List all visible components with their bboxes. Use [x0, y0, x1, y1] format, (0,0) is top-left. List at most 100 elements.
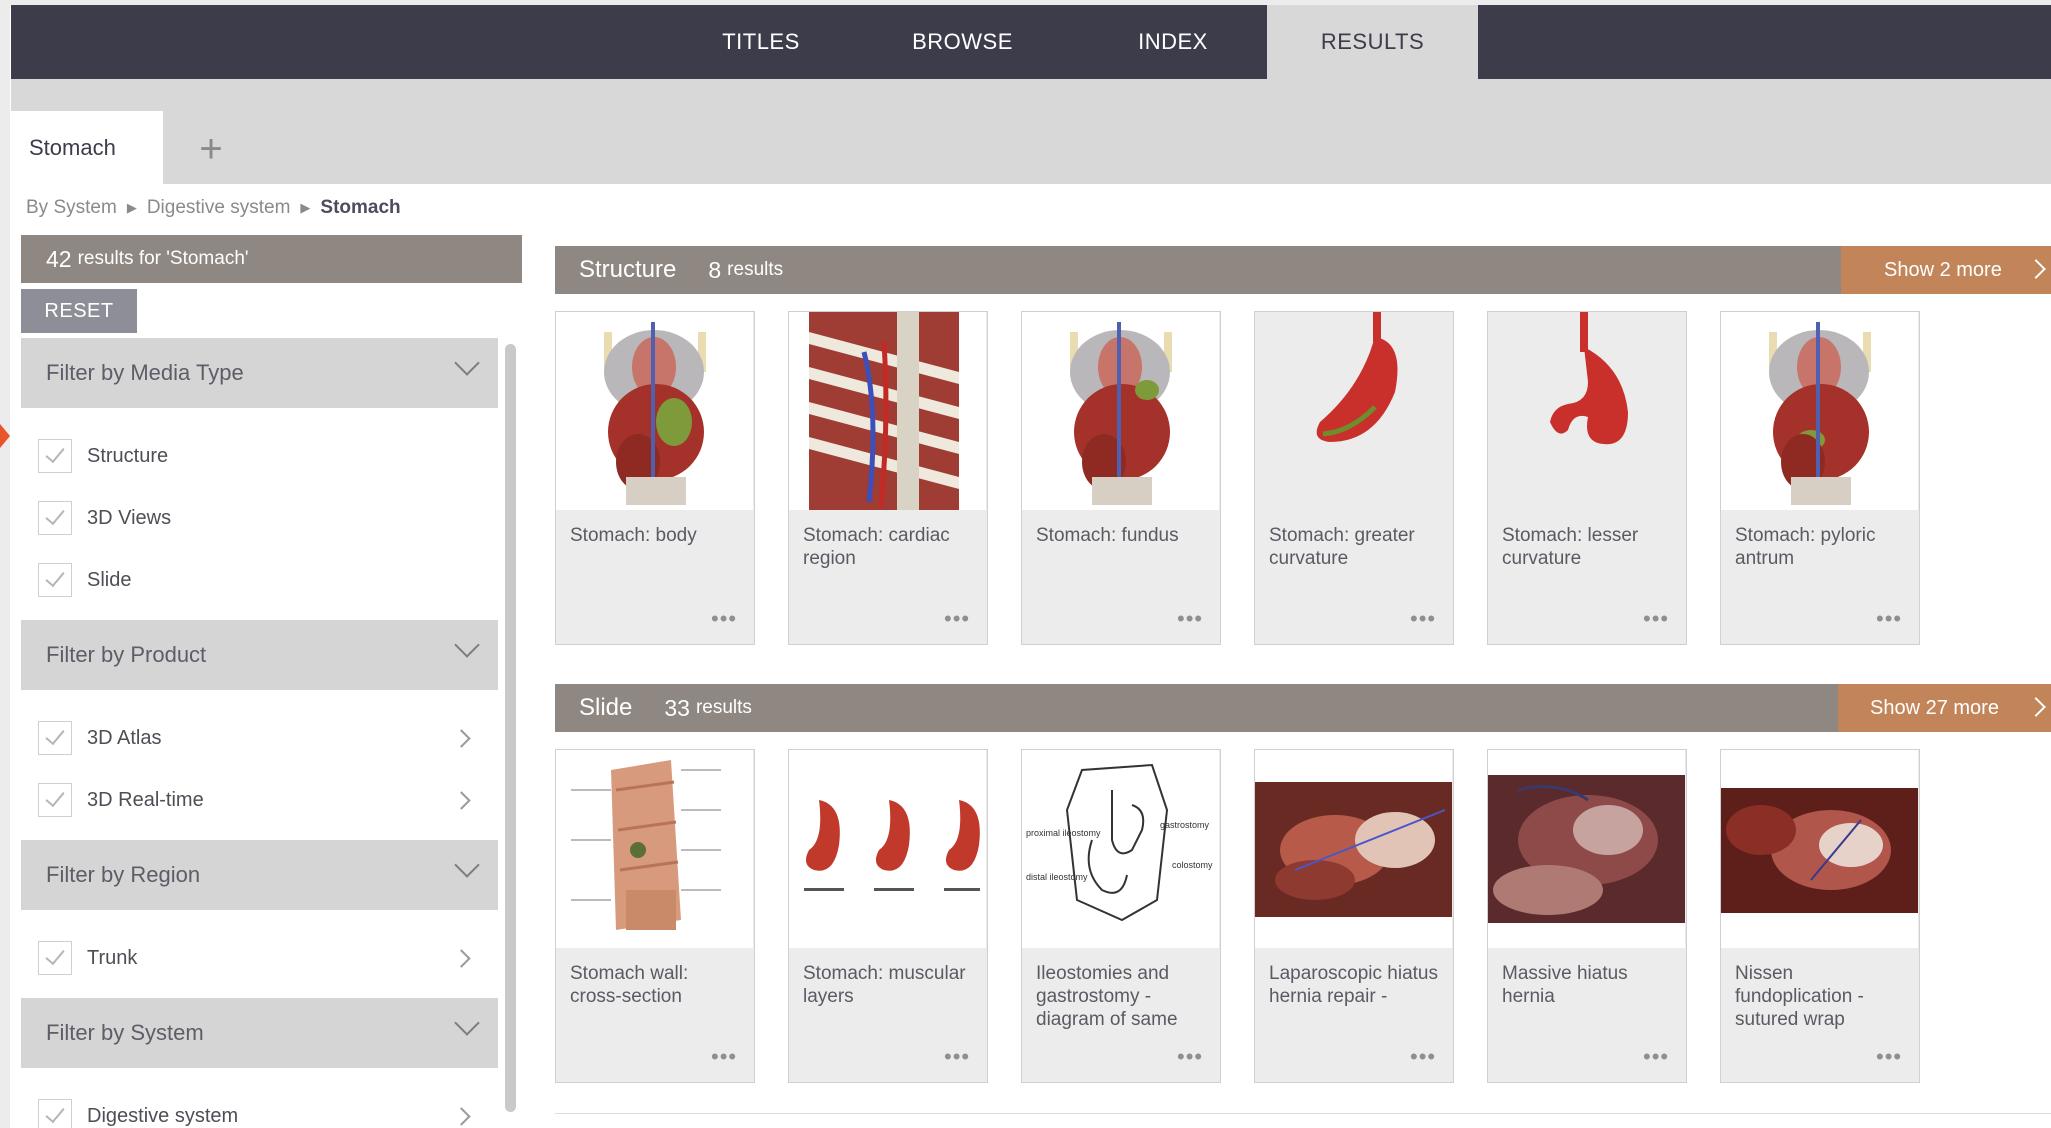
card-caption: Ileostomies and gastrostomy - diagram of…	[1036, 963, 1178, 1030]
filter-panel-scrollbar[interactable]	[503, 340, 519, 1128]
chevron-down-icon	[454, 632, 480, 658]
more-options-icon[interactable]: •••	[1177, 606, 1203, 632]
card-caption: Stomach: greater curvature	[1269, 525, 1415, 569]
breadcrumb-item-by-system[interactable]: By System	[26, 197, 117, 219]
torso-anatomy-thumbnail	[556, 312, 753, 510]
ribcage-anatomy-thumbnail	[789, 312, 986, 510]
card-caption: Stomach: pyloric antrum	[1735, 525, 1876, 569]
panel-marker-icon	[0, 424, 10, 448]
more-options-icon[interactable]: •••	[1643, 606, 1669, 632]
filter-header-label: Filter by System	[46, 1020, 204, 1045]
tab-titles[interactable]: TITLES	[672, 5, 850, 79]
stomach-wall-diagram-thumbnail	[556, 750, 753, 948]
more-options-icon[interactable]: •••	[711, 1044, 737, 1070]
scrollbar-thumb[interactable]	[505, 344, 516, 1112]
plus-icon: +	[199, 126, 223, 171]
filter-header-media-type[interactable]: Filter by Media Type	[21, 338, 498, 408]
checkbox-checked[interactable]	[38, 721, 72, 755]
result-card[interactable]: Stomach wall: cross-section •••	[555, 749, 755, 1083]
diagram-label-gastrostomy: gastrostomy	[1160, 820, 1210, 830]
more-options-icon[interactable]: •••	[711, 606, 737, 632]
result-card[interactable]: Stomach: body •••	[555, 311, 755, 645]
filter-option-trunk[interactable]: Trunk	[21, 927, 498, 989]
filter-header-product[interactable]: Filter by Product	[21, 620, 498, 690]
breadcrumb-item-current: Stomach	[320, 197, 401, 218]
show-more-label: Show 27 more	[1870, 696, 1999, 719]
filter-option-3d-atlas[interactable]: 3D Atlas	[21, 707, 498, 769]
filter-option-slide[interactable]: Slide	[21, 549, 498, 611]
filter-option-label: 3D Views	[87, 506, 172, 529]
section-title: Structure	[579, 256, 677, 283]
more-options-icon[interactable]: •••	[1876, 1044, 1902, 1070]
result-card[interactable]: Stomach: muscular layers •••	[788, 749, 988, 1083]
show-more-label: Show 2 more	[1884, 258, 2002, 281]
chevron-right-icon	[2026, 697, 2046, 717]
torso-anatomy-thumbnail	[1721, 312, 1918, 510]
chevron-down-icon	[454, 1010, 480, 1036]
filter-header-region[interactable]: Filter by Region	[21, 840, 498, 910]
filter-option-3d-real-time[interactable]: 3D Real-time	[21, 769, 498, 831]
section-title: Slide	[579, 694, 633, 721]
result-card[interactable]: Stomach: fundus •••	[1021, 311, 1221, 645]
chevron-right-icon[interactable]	[452, 1106, 471, 1126]
stomach-thumbnail	[1255, 312, 1452, 510]
show-more-button[interactable]: Show 27 more	[1838, 684, 2051, 732]
tab-browse[interactable]: BROWSE	[862, 5, 1063, 79]
breadcrumb-separator-icon: ▶	[126, 200, 137, 215]
chevron-right-icon[interactable]	[452, 948, 471, 968]
card-caption: Stomach: lesser curvature	[1502, 525, 1639, 569]
result-card[interactable]: Laparoscopic hiatus hernia repair - •••	[1254, 749, 1454, 1083]
more-options-icon[interactable]: •••	[944, 1044, 970, 1070]
result-card[interactable]: Stomach: lesser curvature •••	[1487, 311, 1687, 645]
torso-anatomy-thumbnail	[1022, 312, 1219, 510]
top-navigation: TITLES BROWSE INDEX RESULTS	[11, 5, 2051, 79]
section-header-structure: Structure 8 results Show 2 more	[555, 246, 2051, 294]
more-options-icon[interactable]: •••	[1410, 1044, 1436, 1070]
add-tab-button[interactable]: +	[181, 119, 241, 179]
checkbox-checked[interactable]	[38, 501, 72, 535]
card-caption: Nissen fundoplication - sutured wrap	[1735, 963, 1864, 1030]
section-header-slide: Slide 33 results Show 27 more	[555, 684, 2051, 732]
checkbox-checked[interactable]	[38, 783, 72, 817]
chevron-right-icon[interactable]	[452, 728, 471, 748]
card-caption: Massive hiatus hernia	[1502, 963, 1628, 1007]
results-summary-bar: 42 results for 'Stomach'	[21, 235, 522, 283]
more-options-icon[interactable]: •••	[1177, 1044, 1203, 1070]
filter-option-structure[interactable]: Structure	[21, 425, 498, 487]
result-card[interactable]: proximal ileostomy distal ileostomy gast…	[1021, 749, 1221, 1083]
diagram-label-distal-ileostomy: distal ileostomy	[1026, 872, 1088, 882]
result-card[interactable]: Massive hiatus hernia •••	[1487, 749, 1687, 1083]
more-options-icon[interactable]: •••	[944, 606, 970, 632]
more-options-icon[interactable]: •••	[1876, 606, 1902, 632]
result-card[interactable]: Nissen fundoplication - sutured wrap •••	[1720, 749, 1920, 1083]
card-caption: Stomach: cardiac region	[803, 525, 950, 569]
result-card[interactable]: Stomach: cardiac region •••	[788, 311, 988, 645]
checkbox-checked[interactable]	[38, 439, 72, 473]
more-options-icon[interactable]: •••	[1643, 1044, 1669, 1070]
more-options-icon[interactable]: •••	[1410, 606, 1436, 632]
filter-header-system[interactable]: Filter by System	[21, 998, 498, 1068]
checkbox-checked[interactable]	[38, 1099, 72, 1128]
filter-option-label: Trunk	[87, 946, 138, 969]
filter-option-3d-views[interactable]: 3D Views	[21, 487, 498, 549]
breadcrumb-item-digestive-system[interactable]: Digestive system	[147, 197, 291, 219]
show-more-button[interactable]: Show 2 more	[1841, 246, 2051, 294]
result-card[interactable]: Stomach: greater curvature •••	[1254, 311, 1454, 645]
surgical-photo-thumbnail	[1488, 750, 1685, 948]
checkbox-checked[interactable]	[38, 563, 72, 597]
filter-option-label: 3D Real-time	[87, 788, 204, 811]
result-card[interactable]: Stomach: pyloric antrum •••	[1720, 311, 1920, 645]
chevron-down-icon	[454, 350, 480, 376]
card-caption: Laparoscopic hiatus hernia repair -	[1269, 963, 1438, 1007]
search-tab-strip: Stomach +	[11, 79, 2051, 184]
window-left-edge	[0, 0, 10, 1128]
reset-button[interactable]: RESET	[21, 289, 137, 333]
card-caption: Stomach: muscular layers	[803, 963, 966, 1007]
tab-index[interactable]: INDEX	[1073, 5, 1273, 79]
section-count: 33	[664, 694, 690, 721]
tab-results[interactable]: RESULTS	[1267, 5, 1478, 79]
checkbox-checked[interactable]	[38, 941, 72, 975]
filter-option-digestive-system[interactable]: Digestive system	[21, 1085, 498, 1128]
search-tab-stomach[interactable]: Stomach	[11, 111, 163, 184]
chevron-right-icon[interactable]	[452, 790, 471, 810]
